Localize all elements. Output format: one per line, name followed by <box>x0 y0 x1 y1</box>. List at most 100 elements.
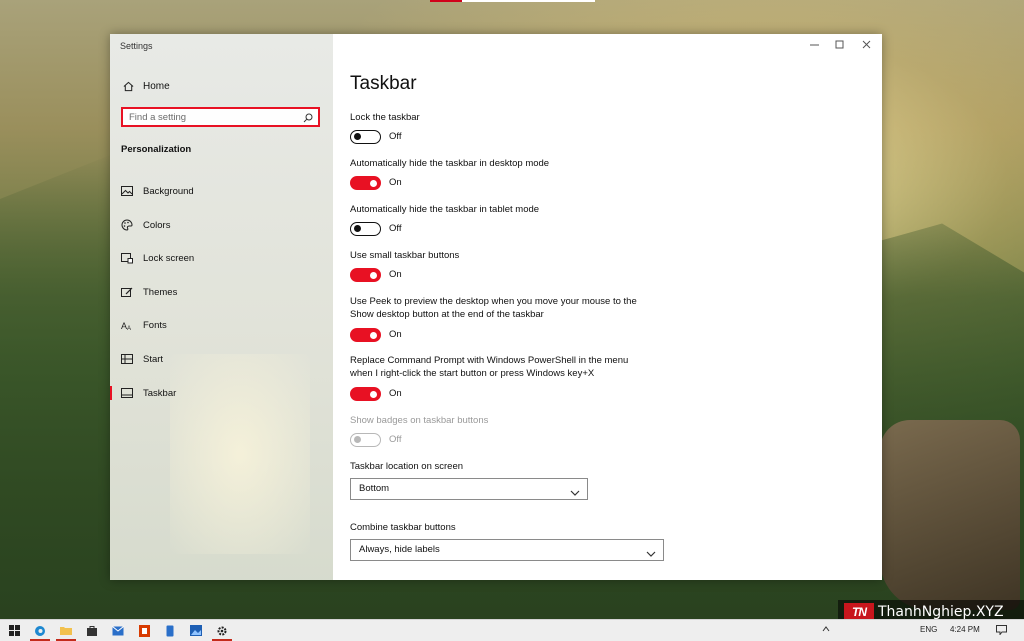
search-input[interactable] <box>129 110 299 124</box>
windows-logo-icon <box>8 625 20 636</box>
combine-buttons-dropdown[interactable]: Always, hide labels <box>350 539 664 561</box>
watermark-text: ThanhNghiep.XYZ <box>878 604 1004 620</box>
taskbar-location-label: Taskbar location on screen <box>350 461 464 472</box>
toggle-state-text: On <box>389 329 402 340</box>
powershell-toggle[interactable] <box>350 387 381 401</box>
autohide-tablet-toggle[interactable] <box>350 222 381 236</box>
sidebar-item-label: Taskbar <box>143 387 177 399</box>
sidebar-item-label: Themes <box>143 286 178 298</box>
badges-toggle <box>350 433 381 447</box>
settings-icon <box>217 626 227 635</box>
maximize-icon <box>835 40 843 48</box>
setting-label-powershell: Replace Command Prompt with Windows Powe… <box>350 354 628 380</box>
top-progress-accent <box>430 0 462 2</box>
peek-toggle[interactable] <box>350 328 381 342</box>
sidebar-item-start[interactable]: Start <box>110 347 333 371</box>
taskbar-app-edge[interactable] <box>28 620 52 641</box>
clock[interactable]: 4:24 PM <box>950 625 980 634</box>
start-icon <box>121 353 133 365</box>
sidebar-item-label: Fonts <box>143 319 167 331</box>
notification-icon[interactable] <box>996 625 1007 637</box>
toggle-state-text: On <box>389 177 402 188</box>
navigation-pane: Settings Home Personalization Background <box>110 34 333 580</box>
toggle-state-text: On <box>389 388 402 399</box>
dropdown-value: Always, hide labels <box>359 544 440 555</box>
taskbar-app-office[interactable] <box>132 620 156 641</box>
rock-formation <box>880 420 1020 610</box>
photos-icon <box>190 625 202 636</box>
tray-chevron-up-icon[interactable] <box>822 625 830 634</box>
lock-taskbar-toggle[interactable] <box>350 130 381 144</box>
toggle-knob <box>370 331 377 339</box>
small-buttons-toggle[interactable] <box>350 268 381 282</box>
taskbar-app-mail[interactable] <box>106 620 130 641</box>
toggle-knob <box>354 436 361 443</box>
toggle-knob <box>370 271 377 279</box>
dropdown-value: Bottom <box>359 483 390 494</box>
store-icon <box>87 625 97 636</box>
minimize-button[interactable] <box>801 36 827 52</box>
image-icon <box>121 185 133 197</box>
sidebar-item-label: Lock screen <box>143 252 195 264</box>
combine-buttons-label: Combine taskbar buttons <box>350 522 456 533</box>
chevron-down-icon <box>646 545 656 563</box>
toggle-state-text: Off <box>389 434 402 445</box>
themes-icon <box>121 286 133 298</box>
sidebar-item-label: Start <box>143 353 164 365</box>
window-title: Settings <box>120 41 153 51</box>
file-explorer-icon <box>60 627 72 635</box>
sidebar-item-taskbar[interactable]: Taskbar <box>110 381 333 405</box>
setting-label-line: Show desktop button at the end of the ta… <box>350 309 544 320</box>
minimize-icon <box>809 44 819 45</box>
taskbar-app-photos[interactable] <box>184 620 208 641</box>
search-box[interactable] <box>121 107 320 127</box>
close-icon <box>862 40 870 48</box>
toggle-knob <box>370 179 377 187</box>
palette-icon <box>121 219 133 231</box>
setting-label-autohide-tablet: Automatically hide the taskbar in tablet… <box>350 204 540 215</box>
taskbar-location-dropdown[interactable]: Bottom <box>350 478 588 500</box>
sidebar-item-background[interactable]: Background <box>110 179 333 203</box>
setting-label-line: Replace Command Prompt with Windows Powe… <box>350 355 629 366</box>
start-button[interactable] <box>2 620 26 641</box>
toggle-state-text: Off <box>389 223 402 234</box>
svg-text:A: A <box>127 326 131 331</box>
office-icon <box>138 624 150 637</box>
sidebar-item-colors[interactable]: Colors <box>110 213 333 237</box>
taskbar-app-store[interactable] <box>80 620 104 641</box>
sidebar-item-themes[interactable]: Themes <box>110 280 333 304</box>
taskbar-icon <box>121 387 133 399</box>
autohide-desktop-toggle[interactable] <box>350 176 381 190</box>
edge-icon <box>35 625 45 636</box>
toggle-knob <box>354 133 361 140</box>
phone-icon <box>166 625 174 636</box>
toggle-state-text: Off <box>389 131 402 142</box>
taskbar-app-phone[interactable] <box>158 620 182 641</box>
setting-label-peek: Use Peek to preview the desktop when you… <box>350 295 637 321</box>
setting-label-autohide-desktop: Automatically hide the taskbar in deskto… <box>350 158 550 169</box>
home-nav-item[interactable]: Home <box>122 78 170 94</box>
section-title: Personalization <box>121 144 192 155</box>
chevron-down-icon <box>570 484 580 502</box>
search-icon[interactable] <box>302 112 314 124</box>
taskbar-app-file-explorer[interactable] <box>54 620 78 641</box>
fonts-icon: AA <box>121 319 133 331</box>
maximize-button[interactable] <box>826 36 852 52</box>
mail-icon <box>112 625 124 635</box>
sidebar-item-lock-screen[interactable]: Lock screen <box>110 246 333 270</box>
sidebar-item-fonts[interactable]: AA Fonts <box>110 313 333 337</box>
page-title: Taskbar <box>350 73 417 94</box>
settings-window: Settings Home Personalization Background <box>110 34 882 580</box>
close-button[interactable] <box>853 36 879 52</box>
setting-label-badges: Show badges on taskbar buttons <box>350 415 489 426</box>
sidebar-item-label: Background <box>143 185 194 197</box>
sidebar-item-label: Colors <box>143 219 171 231</box>
toggle-state-text: On <box>389 269 402 280</box>
toggle-knob <box>354 225 361 232</box>
setting-label-line: when I right-click the start button or p… <box>350 368 595 379</box>
toggle-knob <box>370 390 377 398</box>
setting-label-line: Use Peek to preview the desktop when you… <box>350 296 637 307</box>
language-indicator[interactable]: ENG <box>920 625 937 634</box>
taskbar-app-settings[interactable] <box>210 620 234 641</box>
setting-label-lock-taskbar: Lock the taskbar <box>350 112 420 123</box>
